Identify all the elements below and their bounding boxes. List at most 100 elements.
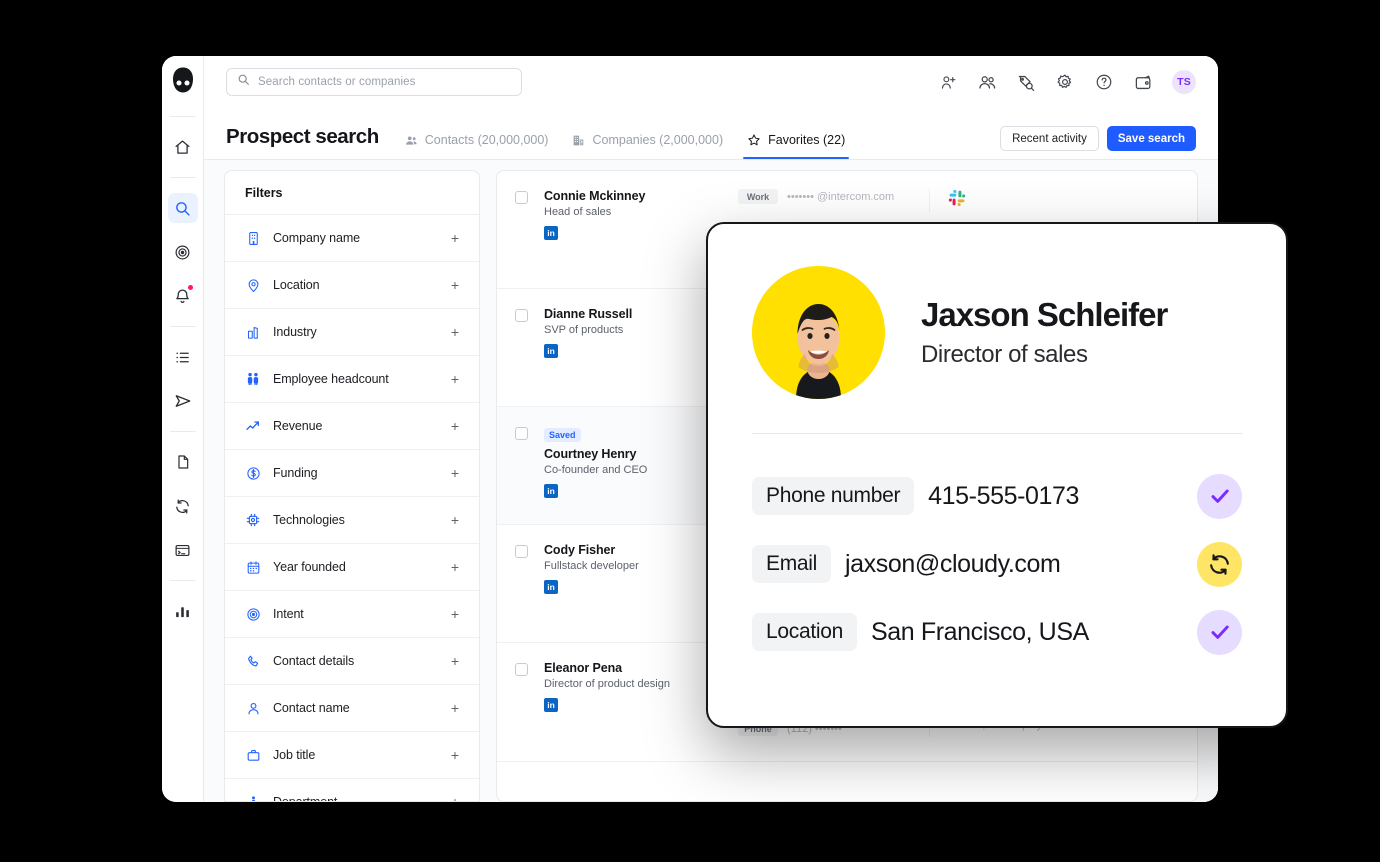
avatar[interactable]: TS [1172, 70, 1196, 94]
contacts-icon [405, 134, 418, 147]
wallet-icon[interactable] [1133, 72, 1153, 92]
filter-label: Department [273, 795, 337, 802]
filter-contact-name[interactable]: Contact name + [225, 685, 479, 732]
filter-label: Company name [273, 231, 360, 245]
row-identity: Cody Fisher Fullstack developer in [544, 543, 724, 594]
linkedin-icon[interactable]: in [544, 226, 558, 240]
detail-key: Phone number [752, 477, 914, 515]
briefcase-icon [245, 747, 261, 763]
page-title: Prospect search [226, 125, 379, 159]
filter-add-icon[interactable]: + [451, 278, 459, 292]
contact-job-title: Head of sales [544, 206, 724, 218]
person-icon [245, 700, 261, 716]
filter-add-icon[interactable]: + [451, 607, 459, 621]
filter-add-icon[interactable]: + [451, 748, 459, 762]
tab-contacts[interactable]: Contacts (20,000,000) [405, 133, 549, 159]
linkedin-icon[interactable]: in [544, 698, 558, 712]
search-placeholder: Search contacts or companies [258, 76, 416, 88]
row-checkbox[interactable] [515, 191, 528, 204]
filter-add-icon[interactable]: + [451, 372, 459, 386]
sidebar-item-intent[interactable] [168, 237, 198, 267]
filter-technologies[interactable]: Technologies + [225, 497, 479, 544]
refresh-icon[interactable] [1197, 542, 1242, 587]
tab-companies[interactable]: Companies (2,000,000) [572, 133, 723, 159]
detail-value: jaxson@cloudy.com [845, 550, 1060, 579]
filter-label: Location [273, 278, 319, 292]
map-pin-icon [245, 277, 261, 293]
rail-divider [170, 580, 196, 581]
contact-name: Courtney Henry [544, 447, 724, 461]
page-header: Prospect search Contacts (20,000,000) [204, 108, 1218, 160]
filter-add-icon[interactable]: + [451, 466, 459, 480]
help-icon[interactable] [1094, 72, 1114, 92]
chip-icon [245, 512, 261, 528]
filter-employee-headcount[interactable]: Employee headcount + [225, 356, 479, 403]
filter-location[interactable]: Location + [225, 262, 479, 309]
filter-add-icon[interactable]: + [451, 231, 459, 245]
row-checkbox[interactable] [515, 309, 528, 322]
filter-add-icon[interactable]: + [451, 560, 459, 574]
sidebar-item-documents[interactable] [168, 447, 198, 477]
filter-job-title[interactable]: Job title + [225, 732, 479, 779]
notification-badge-dot [188, 285, 193, 290]
detail-key: Location [752, 613, 857, 651]
filters-title: Filters [225, 171, 479, 215]
tag-search-icon[interactable] [1016, 72, 1036, 92]
sidebar-item-lists[interactable] [168, 342, 198, 372]
sidebar-item-search[interactable] [168, 193, 198, 223]
rail-divider [170, 326, 196, 327]
filter-label: Job title [273, 748, 315, 762]
filter-company-name[interactable]: Company name + [225, 215, 479, 262]
status-badge: Saved [544, 428, 581, 442]
sidebar-item-integrations[interactable] [168, 535, 198, 565]
filter-add-icon[interactable]: + [451, 701, 459, 715]
divider [752, 433, 1242, 434]
filter-add-icon[interactable]: + [451, 795, 459, 802]
search-input[interactable]: Search contacts or companies [226, 68, 522, 96]
contact-tag: Work [738, 189, 778, 204]
filter-revenue[interactable]: Revenue + [225, 403, 479, 450]
tab-favorites[interactable]: Favorites (22) [747, 133, 845, 159]
filter-add-icon[interactable]: + [451, 419, 459, 433]
department-icon [245, 794, 261, 802]
filter-intent[interactable]: Intent + [225, 591, 479, 638]
linkedin-icon[interactable]: in [544, 484, 558, 498]
trending-up-icon [245, 418, 261, 434]
sidebar-item-home[interactable] [168, 132, 198, 162]
check-icon[interactable] [1197, 474, 1242, 519]
filter-contact-details[interactable]: Contact details + [225, 638, 479, 685]
filter-add-icon[interactable]: + [451, 325, 459, 339]
filter-industry[interactable]: Industry + [225, 309, 479, 356]
topbar-icon-group: TS [938, 70, 1196, 94]
sidebar-item-sequences[interactable] [168, 386, 198, 416]
sidebar-item-sync[interactable] [168, 491, 198, 521]
save-search-button[interactable]: Save search [1107, 126, 1196, 151]
app-logo[interactable] [168, 64, 198, 96]
filter-department[interactable]: Department + [225, 779, 479, 802]
team-icon[interactable] [977, 72, 997, 92]
filter-add-icon[interactable]: + [451, 654, 459, 668]
filter-label: Funding [273, 466, 317, 480]
sidebar-item-analytics[interactable] [168, 596, 198, 626]
add-user-icon[interactable] [938, 72, 958, 92]
filter-add-icon[interactable]: + [451, 513, 459, 527]
row-checkbox[interactable] [515, 663, 528, 676]
row-identity: Eleanor Pena Director of product design … [544, 661, 724, 712]
row-checkbox[interactable] [515, 427, 528, 440]
check-icon[interactable] [1197, 610, 1242, 655]
gear-icon[interactable] [1055, 72, 1075, 92]
row-checkbox[interactable] [515, 545, 528, 558]
tab-favorites-label: Favorites (22) [768, 133, 845, 147]
avatar [752, 266, 885, 399]
linkedin-icon[interactable]: in [544, 344, 558, 358]
building-outline-icon [245, 230, 261, 246]
contact-name: Cody Fisher [544, 543, 724, 557]
rail-divider [170, 431, 196, 432]
filter-year-founded[interactable]: Year founded + [225, 544, 479, 591]
linkedin-icon[interactable]: in [544, 580, 558, 594]
sidebar-item-notifications[interactable] [168, 281, 198, 311]
filter-funding[interactable]: Funding + [225, 450, 479, 497]
tab-contacts-label: Contacts (20,000,000) [425, 133, 549, 147]
target-icon [245, 606, 261, 622]
recent-activity-button[interactable]: Recent activity [1000, 126, 1099, 151]
